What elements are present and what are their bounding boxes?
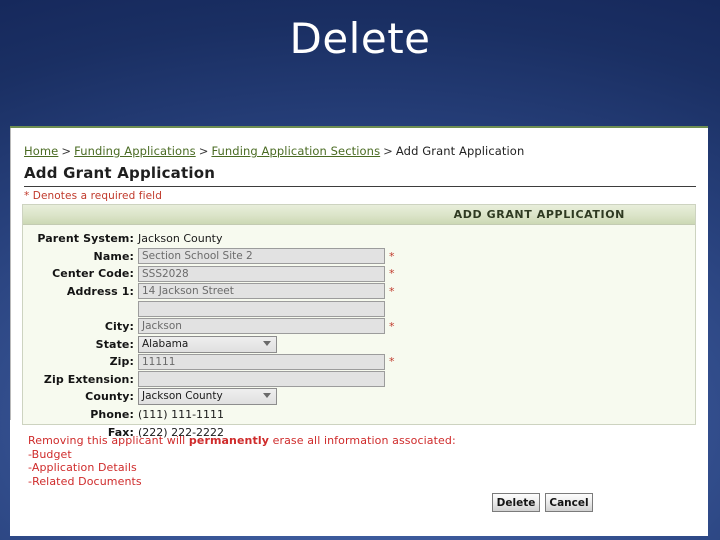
form-row: Zip: 11111 *: [23, 351, 695, 370]
form-row: Zip Extension:: [23, 369, 695, 388]
breadcrumb-separator: >: [61, 144, 72, 158]
required-asterisk-icon: *: [389, 267, 395, 281]
required-field-note: * Denotes a required field: [24, 190, 162, 202]
field-label: Address 1:: [66, 284, 134, 298]
breadcrumb-separator: >: [383, 144, 393, 158]
breadcrumb-separator: >: [198, 144, 209, 158]
field-label: Zip:: [109, 355, 134, 369]
select-state[interactable]: Alabama: [138, 335, 277, 353]
breadcrumb: Home > Funding Applications > Funding Applic…: [24, 144, 524, 158]
field-value-phone: (111) 111-1111: [138, 407, 225, 421]
warning-list-item: -Budget: [28, 447, 72, 461]
chevron-down-icon: [263, 393, 271, 399]
warning-list-item: -Related Documents: [28, 474, 142, 488]
form-row: Name: Section School Site 2 *: [23, 246, 695, 265]
field-label: Parent System:: [37, 232, 134, 245]
form-row: Phone: (111) 111-1111: [23, 404, 695, 422]
breadcrumb-item-funding-application-sections[interactable]: Funding Application Sections: [211, 144, 380, 158]
delete-button[interactable]: Delete: [492, 493, 540, 512]
form-row: Parent System: Jackson County: [23, 228, 695, 246]
field-label: State:: [95, 337, 134, 351]
field-label: City:: [104, 319, 134, 333]
breadcrumb-item-add-grant-application: Add Grant Application: [395, 144, 525, 158]
field-label: Phone:: [90, 407, 134, 421]
input-zip-extension[interactable]: [138, 371, 385, 388]
field-label: Center Code:: [52, 267, 134, 281]
input-address-2[interactable]: [138, 300, 385, 317]
select-value: Jackson County: [142, 390, 223, 403]
form-row: [23, 298, 695, 317]
field-label: Zip Extension:: [43, 372, 134, 386]
screenshot-left-edge: [10, 128, 11, 420]
input-address-1[interactable]: 14 Jackson Street: [138, 283, 385, 300]
cancel-button[interactable]: Cancel: [545, 493, 593, 512]
required-asterisk-icon: *: [389, 284, 395, 298]
slide-canvas: Delete Home > Funding Applications > Funding…: [0, 0, 720, 540]
form-panel-header: ADD GRANT APPLICATION: [23, 205, 695, 225]
input-name[interactable]: Section School Site 2: [138, 248, 385, 265]
delete-warning-message: Removing this applicant will permanently…: [28, 434, 456, 488]
input-zip[interactable]: 11111: [138, 353, 385, 370]
warning-lead-line: Removing this applicant will permanently…: [28, 434, 456, 448]
field-value-parent-system: Jackson County: [138, 232, 223, 245]
select-county[interactable]: Jackson County: [138, 388, 277, 406]
grant-application-form-panel: ADD GRANT APPLICATION Parent System: Jack…: [22, 204, 696, 439]
form-row: City: Jackson *: [23, 316, 695, 335]
field-label: Name:: [93, 249, 134, 263]
required-asterisk-icon: *: [389, 319, 395, 333]
warning-emphasis: permanently: [188, 434, 269, 447]
warning-text-before: Removing this applicant will: [28, 434, 189, 447]
breadcrumb-item-home[interactable]: Home: [24, 144, 58, 158]
warning-text-after: erase all information associated:: [268, 434, 456, 447]
field-label: County:: [85, 390, 134, 404]
page-title: Add Grant Application: [24, 164, 216, 182]
embedded-screenshot: Home > Funding Applications > Funding Applic…: [10, 126, 708, 536]
form-row: State: Alabama: [23, 334, 695, 353]
title-divider: [24, 186, 696, 187]
required-asterisk-icon: *: [389, 355, 395, 369]
form-row: Center Code: SSS2028 *: [23, 263, 695, 282]
form-field-list: Parent System: Jackson County Name: Section…: [23, 225, 695, 439]
form-row: Address 1: 14 Jackson Street *: [23, 281, 695, 300]
select-value: Alabama: [142, 337, 189, 350]
input-city[interactable]: Jackson: [138, 318, 385, 335]
slide-title: Delete: [289, 14, 431, 63]
input-center-code[interactable]: SSS2028: [138, 265, 385, 282]
form-panel-title: ADD GRANT APPLICATION: [453, 208, 625, 221]
form-action-buttons: Delete Cancel: [492, 491, 598, 512]
warning-list-item: -Application Details: [28, 461, 137, 475]
chevron-down-icon: [263, 340, 271, 346]
breadcrumb-item-funding-applications[interactable]: Funding Applications: [74, 144, 196, 158]
form-row: County: Jackson County: [23, 386, 695, 406]
required-asterisk-icon: *: [389, 249, 395, 263]
